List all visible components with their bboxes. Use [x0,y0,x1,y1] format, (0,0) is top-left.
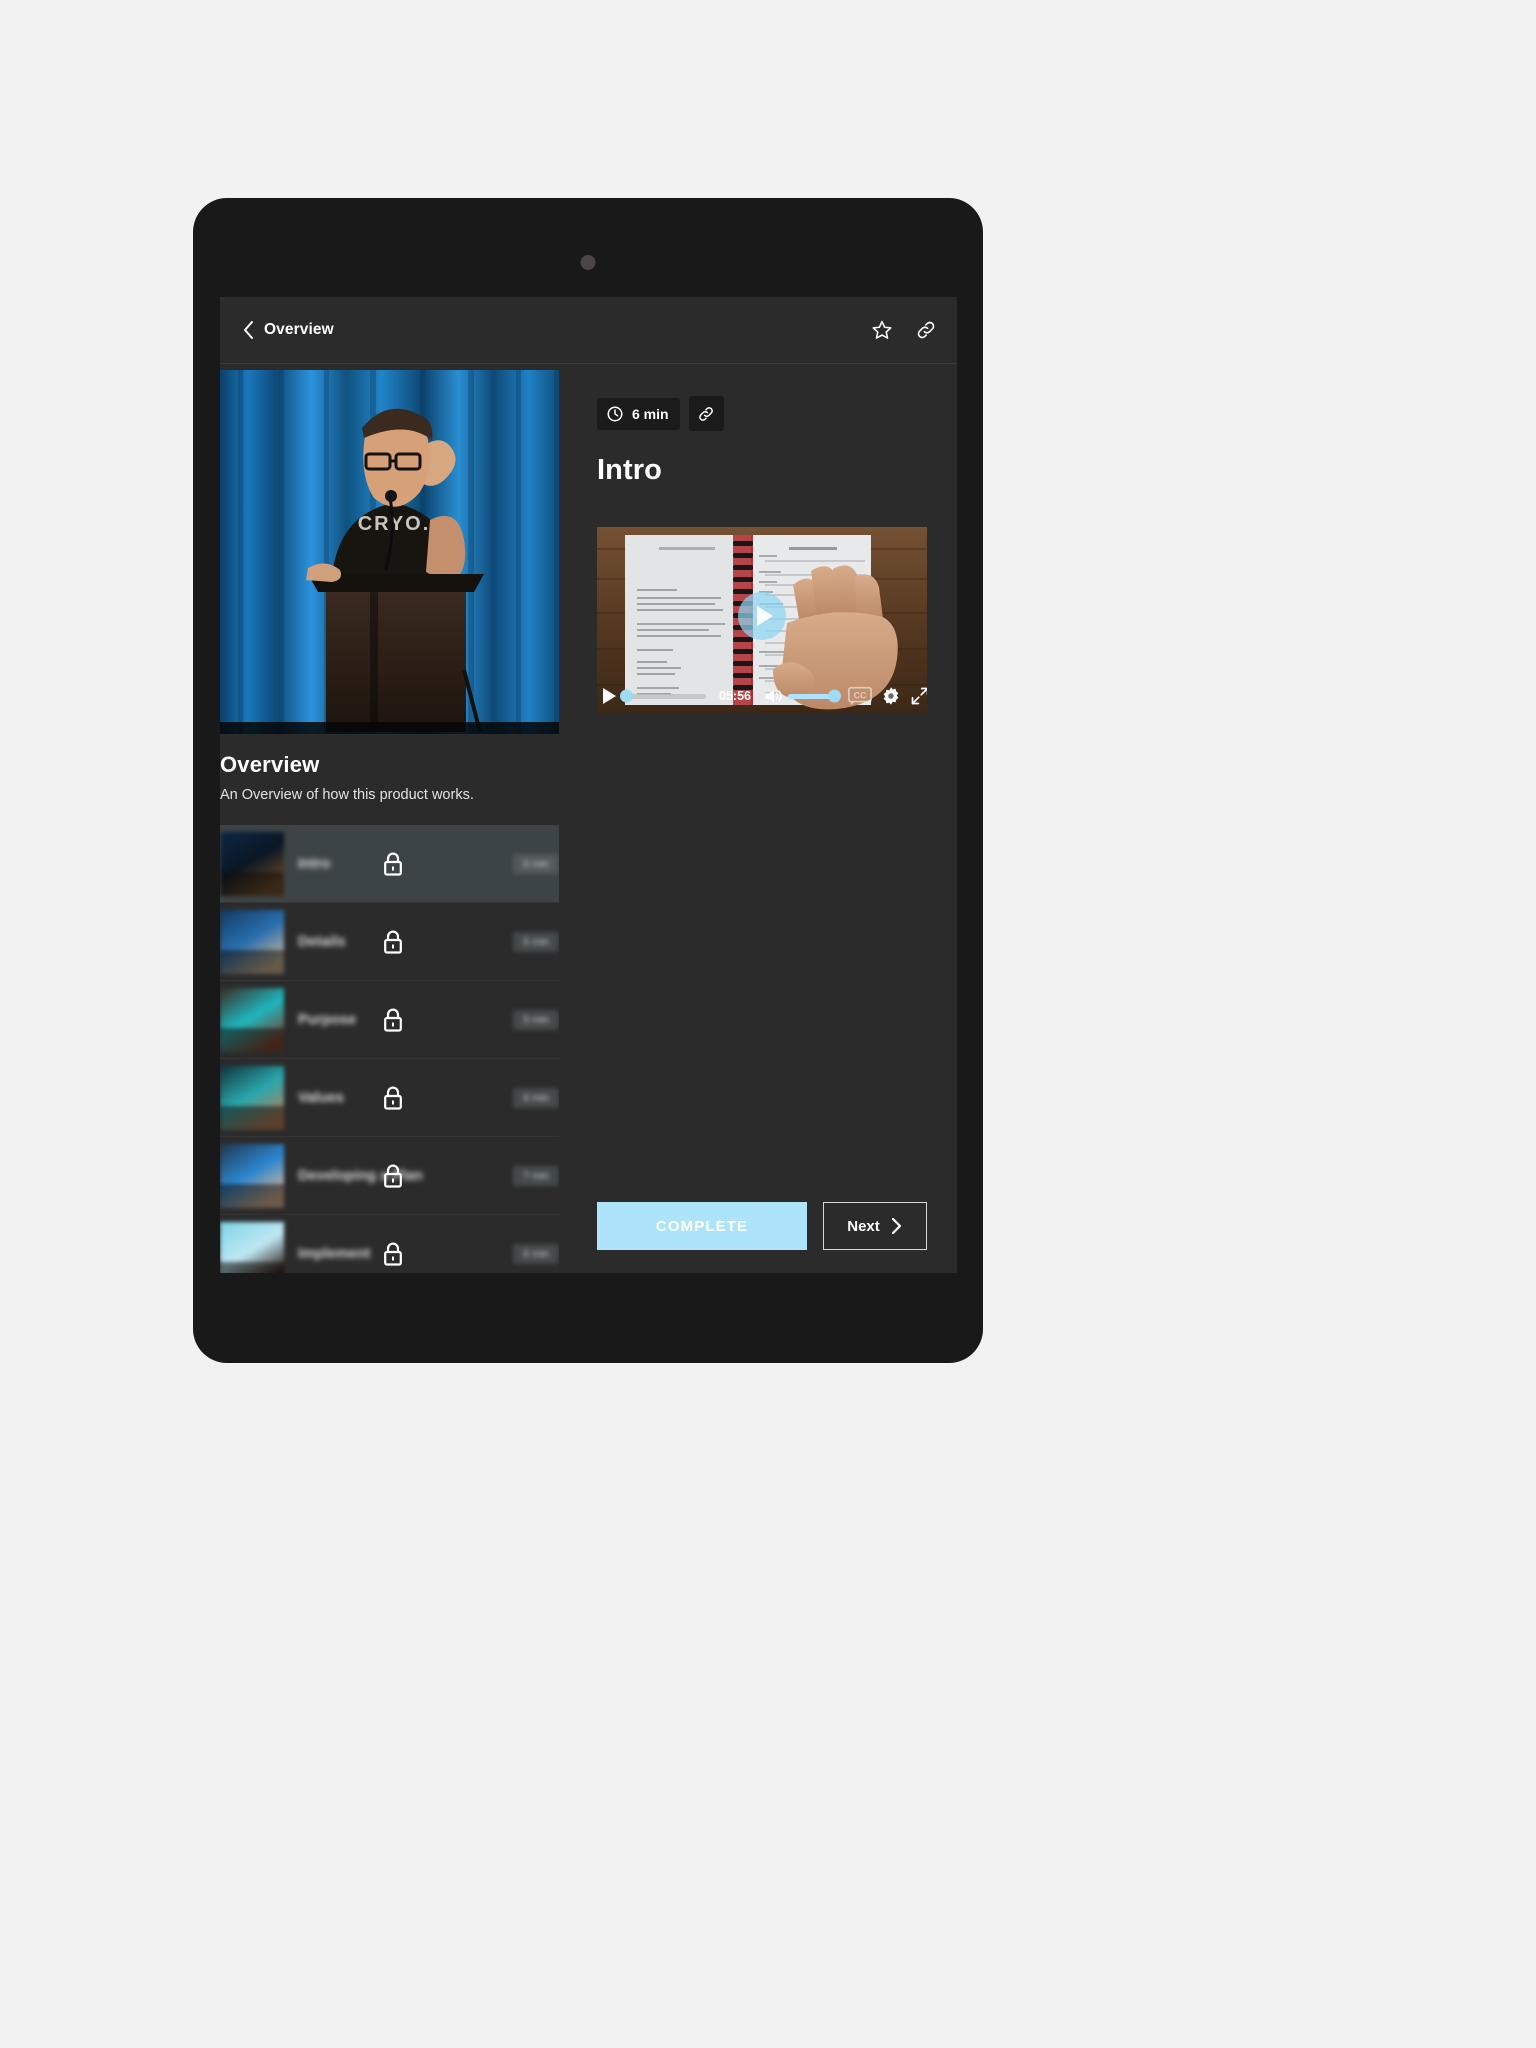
lock-icon [384,1008,402,1032]
app-header: Overview [220,297,957,364]
lock-button[interactable] [382,1085,404,1111]
lesson-label: Values [298,1089,344,1106]
lesson-thumbnail [220,987,284,1052]
lesson-thumbnail [220,1221,284,1273]
lesson-duration-badge: 5 min [513,1009,559,1030]
lock-button[interactable] [382,929,404,955]
front-camera-dot [580,255,596,270]
video-volume-thumb[interactable] [828,689,841,703]
lock-button[interactable] [382,1241,404,1267]
back-button[interactable] [234,316,262,344]
video-player[interactable]: 05:56 CC [597,527,927,713]
header-actions [867,315,941,345]
speaker-at-podium-photo: CRYO. [220,370,559,734]
link-icon [917,321,935,339]
duration-text: 6 min [632,405,669,422]
video-mute-button[interactable] [762,684,784,708]
star-icon [872,320,892,339]
video-settings-button[interactable] [881,683,901,709]
lesson-meta-chips: 6 min [597,396,927,431]
lesson-duration-badge: 6 min [513,1243,559,1264]
lock-icon [384,1164,402,1188]
lesson-duration-badge: 6 min [513,1087,559,1108]
course-hero-image: CRYO. [220,370,559,734]
lock-button[interactable] [382,1163,404,1189]
duration-chip[interactable]: 6 min [597,397,680,430]
lesson-duration-badge: 5 min [513,931,559,952]
app-body: CRYO. Overview An Overview of how this p… [220,364,957,1273]
lesson-label: Developing a Plan [298,1167,423,1184]
video-fullscreen-button[interactable] [910,683,927,709]
lesson-row[interactable]: Purpose 5 min [220,981,559,1059]
lesson-link-button[interactable] [688,396,724,431]
course-title: Overview [220,752,320,777]
lock-icon [384,1242,402,1266]
lesson-duration-badge: 6 min [513,853,559,874]
gear-icon [883,687,899,705]
play-overlay-button[interactable] [738,592,786,641]
app-screen: Overview CRYO. Overview An Overview of h… [220,297,957,1273]
lesson-thumbnail [220,831,284,896]
lesson-label: Purpose [298,1011,357,1028]
chevron-right-icon [891,1217,901,1235]
lesson-row[interactable]: Values 6 min [220,1059,559,1137]
next-button[interactable]: Next [823,1202,927,1250]
lesson-thumbnail [220,1065,284,1130]
svg-text:CC: CC [854,690,867,700]
volume-high-icon [765,689,782,703]
fullscreen-icon [911,687,927,705]
next-button-label: Next [847,1217,880,1235]
video-time-display: 05:56 [719,689,751,703]
closed-captions-icon: CC [848,686,872,706]
favorite-button[interactable] [867,315,897,345]
chevron-left-icon [243,321,253,339]
link-icon [699,406,713,421]
lesson-list: Intro 6 min Details 5 min Purpose 5 min Values… [220,825,559,1273]
svg-text:CRYO.: CRYO. [358,513,431,535]
tablet-device-frame: Overview CRYO. Overview An Overview of h… [193,198,983,1363]
lesson-row[interactable]: Implement 6 min [220,1215,559,1273]
lesson-row[interactable]: Developing a Plan 7 min [220,1137,559,1215]
play-circle-icon [756,606,773,627]
lesson-label: Intro [298,855,331,872]
course-outline-scroll[interactable]: CRYO. Overview An Overview of how this p… [220,364,559,1273]
lesson-title: Intro [597,454,662,486]
lesson-thumbnail [220,909,284,974]
lesson-row[interactable]: Details 5 min [220,903,559,981]
lock-button[interactable] [382,1007,404,1033]
lock-button[interactable] [382,851,404,877]
lesson-detail-panel: 6 min Intro 05:56 CC COMPLETE Next [559,364,957,1273]
video-captions-button[interactable]: CC [848,685,872,707]
lesson-duration-badge: 7 min [513,1165,559,1186]
video-progress-thumb[interactable] [620,689,633,703]
lock-icon [384,1086,402,1110]
lesson-label: Details [298,933,346,950]
video-play-button[interactable] [603,683,616,709]
copy-link-button[interactable] [911,315,941,345]
video-controls-bar: 05:56 CC [597,679,927,713]
lesson-row[interactable]: Intro 6 min [220,825,559,903]
video-progress-slider[interactable] [620,689,706,703]
play-icon [603,688,616,704]
lesson-thumbnail [220,1143,284,1208]
complete-button[interactable]: COMPLETE [597,1202,807,1250]
lock-icon [384,930,402,954]
course-outline-panel: CRYO. Overview An Overview of how this p… [220,364,559,1273]
lesson-label: Implement [298,1245,371,1262]
lock-icon [384,852,402,876]
page-title: Overview [264,321,334,338]
clock-icon [607,406,623,421]
course-description: An Overview of how this product works. [220,787,474,803]
video-volume-slider[interactable] [788,689,841,703]
lesson-actions: COMPLETE Next [597,1202,927,1250]
